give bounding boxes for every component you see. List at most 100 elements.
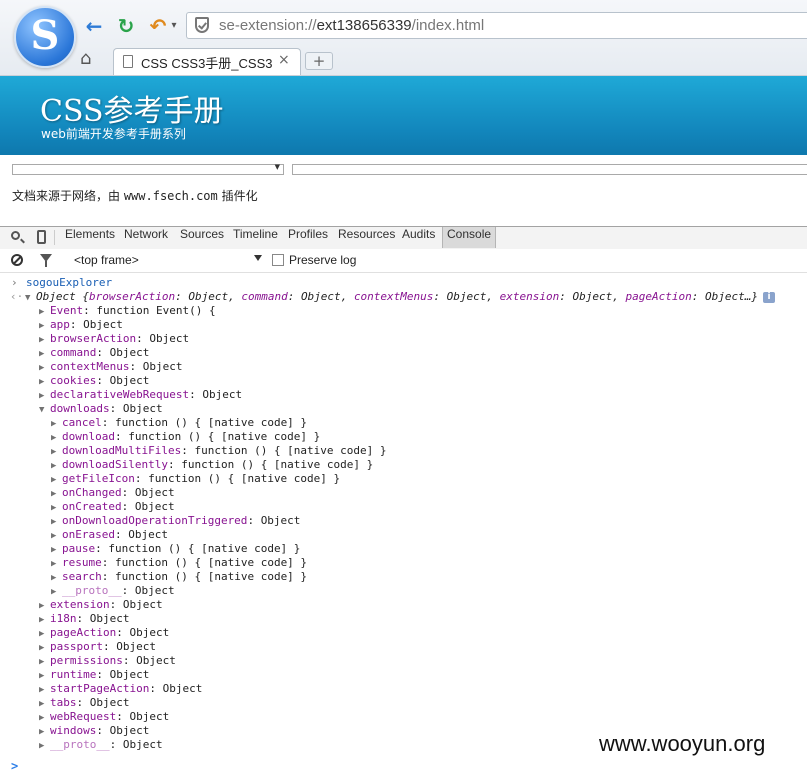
tree-row[interactable]: ▶ command: Object [39, 346, 149, 360]
tree-row[interactable]: ▶ tabs: Object [39, 696, 130, 710]
close-icon[interactable]: × [278, 52, 290, 68]
expand-triangle-icon[interactable]: ▶ [39, 741, 50, 751]
back-arrow-icon[interactable]: ← [82, 14, 106, 38]
expand-triangle-icon[interactable]: ▶ [51, 517, 62, 527]
summary-separator: : [559, 290, 573, 303]
tree-row[interactable]: ▶ pause: function () { [native code] } [51, 542, 300, 556]
preserve-log-checkbox[interactable] [272, 254, 284, 266]
expand-triangle-icon[interactable]: ▶ [51, 531, 62, 541]
tree-row[interactable]: ▶ __proto__: Object [39, 738, 163, 752]
tab-console[interactable]: Console [442, 227, 497, 248]
tree-row[interactable]: ▶ onChanged: Object [51, 486, 175, 500]
tree-row[interactable]: ▶ onCreated: Object [51, 500, 175, 514]
tree-row[interactable]: ▶ getFileIcon: function () { [native code… [51, 472, 340, 486]
tree-row[interactable]: ▶ permissions: Object [39, 654, 176, 668]
tree-row[interactable]: ▶ passport: Object [39, 640, 156, 654]
expand-triangle-icon[interactable]: ▶ [39, 391, 50, 401]
tree-row[interactable]: ▶ pageAction: Object [39, 626, 169, 640]
expand-triangle-icon[interactable]: ▶ [51, 503, 62, 513]
expand-triangle-icon[interactable]: ▶ [51, 419, 62, 429]
expand-triangle-icon[interactable]: ▶ [51, 447, 62, 457]
category-select[interactable]: ▼ [12, 163, 284, 175]
tree-row[interactable]: ▶ app: Object [39, 318, 123, 332]
device-mode-icon[interactable] [37, 230, 46, 244]
clear-console-icon[interactable] [11, 254, 23, 266]
tree-row[interactable]: ▶ download: function () { [native code] } [51, 430, 320, 444]
tree-row[interactable]: ▶ contextMenus: Object [39, 360, 182, 374]
url-text[interactable]: se-extension://ext138656339/index.html [219, 17, 484, 34]
search-input[interactable] [292, 164, 807, 175]
expand-triangle-icon[interactable]: ▶ [39, 657, 50, 667]
expand-triangle-icon[interactable]: ▶ [39, 307, 50, 317]
tree-row[interactable]: ▼ downloads: Object [39, 402, 163, 416]
expand-triangle-icon[interactable]: ▶ [51, 587, 62, 597]
expand-triangle-icon[interactable]: ▶ [39, 685, 50, 695]
expand-triangle-icon[interactable]: ▶ [39, 615, 50, 625]
tree-row[interactable]: ▶ cookies: Object [39, 374, 149, 388]
expand-triangle-icon[interactable]: ▶ [51, 489, 62, 499]
expand-triangle-icon[interactable]: ▶ [39, 349, 50, 359]
expand-triangle-icon[interactable]: ▶ [51, 573, 62, 583]
console-result-line[interactable]: ‹· ▼ Object {browserAction: Object, comma… [0, 290, 807, 304]
property-value: Object [116, 640, 156, 653]
expand-triangle-icon[interactable]: ▶ [39, 727, 50, 737]
expand-triangle-icon[interactable]: ▶ [51, 461, 62, 471]
expand-triangle-icon[interactable]: ▶ [39, 321, 50, 331]
expand-triangle-icon[interactable]: ▶ [51, 559, 62, 569]
tab-resources[interactable]: Resources [338, 227, 395, 248]
expand-triangle-icon[interactable]: ▼ [25, 293, 36, 303]
expand-triangle-icon[interactable]: ▶ [39, 713, 50, 723]
expand-triangle-icon[interactable]: ▶ [39, 629, 50, 639]
property-colon: : [121, 500, 135, 513]
filter-icon[interactable] [40, 254, 52, 267]
expand-triangle-icon[interactable]: ▶ [39, 601, 50, 611]
tab-network[interactable]: Network [124, 227, 168, 248]
tree-row[interactable]: ▶ resume: function () { [native code] } [51, 556, 307, 570]
tree-row[interactable]: ▶ windows: Object [39, 724, 149, 738]
tree-row[interactable]: ▶ startPageAction: Object [39, 682, 202, 696]
address-bar[interactable]: se-extension://ext138656339/index.html [186, 12, 807, 39]
expand-triangle-icon[interactable]: ▶ [51, 545, 62, 555]
tree-row[interactable]: ▶ downloadMultiFiles: function () { [nati… [51, 444, 387, 458]
expand-triangle-icon[interactable]: ▶ [39, 699, 50, 709]
tree-row[interactable]: ▶ Event: function Event() { [39, 304, 216, 318]
tab-timeline[interactable]: Timeline [233, 227, 278, 248]
tree-row[interactable]: ▶ onDownloadOperationTriggered: Object [51, 514, 300, 528]
search-icon[interactable] [11, 231, 20, 240]
expand-triangle-icon[interactable]: ▶ [51, 475, 62, 485]
tree-row[interactable]: ▶ runtime: Object [39, 668, 149, 682]
sogou-browser-logo[interactable]: S [14, 6, 76, 68]
expand-triangle-icon[interactable]: ▶ [39, 643, 50, 653]
refresh-icon[interactable]: ↻ [114, 14, 138, 38]
tree-row[interactable]: ▶ webRequest: Object [39, 710, 169, 724]
tree-row[interactable]: ▶ __proto__: Object [51, 584, 175, 598]
expand-triangle-icon[interactable]: ▶ [39, 363, 50, 373]
expand-triangle-icon[interactable]: ▶ [39, 335, 50, 345]
new-tab-button[interactable]: + [305, 52, 333, 70]
chevron-down-icon[interactable] [254, 255, 262, 261]
browser-tab[interactable]: CSS CSS3手册_CSS3中文 × [113, 48, 301, 75]
property-value: Object [128, 528, 168, 541]
undo-dropdown-icon[interactable]: ▾ [168, 14, 180, 38]
tab-sources[interactable]: Sources [180, 227, 224, 248]
console-prompt[interactable]: > [11, 759, 18, 773]
tree-row[interactable]: ▶ declarativeWebRequest: Object [39, 388, 242, 402]
info-icon[interactable]: i [763, 291, 775, 303]
tree-row[interactable]: ▶ cancel: function () { [native code] } [51, 416, 307, 430]
tree-row[interactable]: ▶ search: function () { [native code] } [51, 570, 307, 584]
tree-row[interactable]: ▶ downloadSilently: function () { [native… [51, 458, 373, 472]
tree-row[interactable]: ▶ browserAction: Object [39, 332, 189, 346]
tree-row[interactable]: ▶ extension: Object [39, 598, 163, 612]
tree-row[interactable]: ▶ onErased: Object [51, 528, 168, 542]
home-icon[interactable]: ⌂ [80, 50, 100, 68]
tree-row[interactable]: ▶ i18n: Object [39, 612, 130, 626]
expand-triangle-icon[interactable]: ▶ [51, 433, 62, 443]
collapse-triangle-icon[interactable]: ▼ [39, 405, 50, 415]
tab-elements[interactable]: Elements [65, 227, 115, 248]
expand-triangle-icon[interactable]: ▶ [39, 377, 50, 387]
expand-triangle-icon[interactable]: ▶ [39, 671, 50, 681]
tab-profiles[interactable]: Profiles [288, 227, 328, 248]
undo-icon[interactable]: ↶ [146, 14, 170, 38]
frame-select[interactable]: <top frame> [74, 253, 139, 267]
tab-audits[interactable]: Audits [402, 227, 435, 248]
